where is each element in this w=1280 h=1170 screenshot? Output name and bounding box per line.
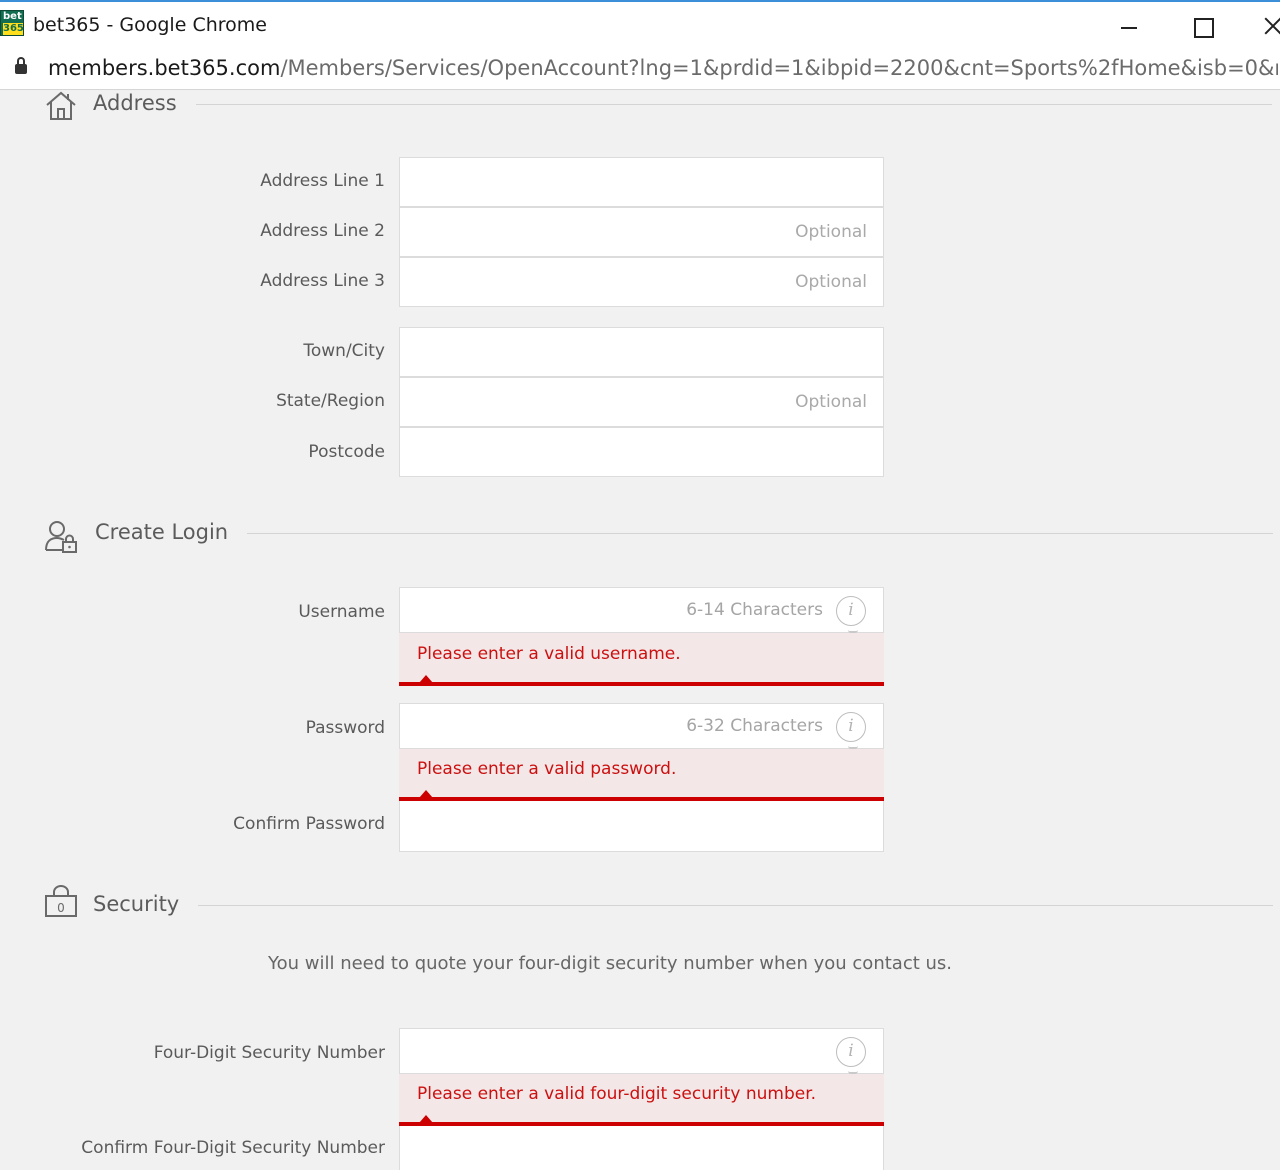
security-number-error-text: Please enter a valid four-digit security… <box>417 1084 817 1104</box>
username-hint: 6-14 Characters <box>686 600 823 620</box>
town-city-input[interactable] <box>400 328 883 376</box>
username-error: Please enter a valid username. <box>399 630 884 686</box>
url-host: members.bet365.com <box>48 56 281 80</box>
confirm-security-number-label: Confirm Four-Digit Security Number <box>81 1138 385 1158</box>
security-number-field[interactable]: i <box>399 1028 884 1074</box>
address-section-title: Address <box>93 91 177 115</box>
postcode-input[interactable] <box>400 428 883 476</box>
username-label: Username <box>298 602 385 622</box>
section-divider <box>198 905 1273 906</box>
error-pointer-icon <box>419 1115 433 1123</box>
create-login-section-title: Create Login <box>95 520 229 544</box>
confirm-password-input[interactable] <box>400 801 883 851</box>
lock-icon[interactable] <box>15 57 27 74</box>
confirm-password-field[interactable] <box>399 801 884 852</box>
maximize-icon[interactable] <box>1180 6 1224 44</box>
info-icon[interactable]: i <box>836 596 866 626</box>
address-line-2-field[interactable] <box>399 207 884 257</box>
password-label: Password <box>305 718 385 738</box>
user-lock-icon <box>45 521 77 553</box>
password-error-text: Please enter a valid password. <box>417 759 677 779</box>
password-hint: 6-32 Characters <box>686 716 823 736</box>
security-number-label: Four-Digit Security Number <box>153 1043 385 1063</box>
security-section-title: Security <box>93 892 180 916</box>
confirm-security-number-field[interactable] <box>399 1126 884 1170</box>
logo-text-bottom: 365 <box>3 23 24 35</box>
url-path: /Members/Services/OpenAccount?lng=1&prdi… <box>280 56 1278 80</box>
bet365-logo-icon: bet 365 <box>0 10 24 36</box>
minimize-icon[interactable] <box>1107 6 1151 44</box>
section-divider <box>196 104 1272 105</box>
password-error: Please enter a valid password. <box>399 746 884 801</box>
security-number-error: Please enter a valid four-digit security… <box>399 1071 884 1126</box>
confirm-password-label: Confirm Password <box>233 814 385 834</box>
error-pointer-icon <box>419 790 433 798</box>
username-field[interactable]: 6-14 Characters i <box>399 587 884 633</box>
window-titlebar: bet 365 bet365 - Google Chrome <box>0 0 1280 46</box>
confirm-security-number-input[interactable] <box>400 1126 883 1170</box>
info-tail-icon <box>848 1071 858 1074</box>
town-city-field[interactable] <box>399 327 884 377</box>
postcode-field[interactable] <box>399 427 884 477</box>
section-divider <box>247 533 1273 534</box>
username-error-text: Please enter a valid username. <box>417 644 681 664</box>
house-icon <box>46 91 76 120</box>
state-region-field[interactable] <box>399 377 884 427</box>
logo-text-top: bet <box>3 11 22 22</box>
address-line-2-input[interactable] <box>400 208 883 256</box>
info-icon[interactable]: i <box>836 1037 866 1067</box>
town-city-label: Town/City <box>303 341 385 361</box>
state-region-input[interactable] <box>400 378 883 426</box>
security-note: You will need to quote your four-digit s… <box>268 953 952 974</box>
address-line-2-label: Address Line 2 <box>260 221 385 241</box>
window-title: bet365 - Google Chrome <box>33 14 267 36</box>
padlock-icon: 0 <box>45 885 77 917</box>
info-icon[interactable]: i <box>836 712 866 742</box>
address-line-3-label: Address Line 3 <box>260 271 385 291</box>
open-account-page: Address Address Line 1 Address Line 2 Ad… <box>0 91 1280 1170</box>
address-line-1-input[interactable] <box>400 158 883 206</box>
info-tail-icon <box>848 746 858 749</box>
address-line-3-field[interactable] <box>399 257 884 307</box>
state-region-label: State/Region <box>276 391 385 411</box>
close-icon[interactable] <box>1252 6 1280 44</box>
password-field[interactable]: 6-32 Characters i <box>399 703 884 749</box>
address-line-1-label: Address Line 1 <box>260 171 385 191</box>
postcode-label: Postcode <box>308 442 385 462</box>
padlock-digit: 0 <box>57 901 65 915</box>
error-pointer-icon <box>419 675 433 683</box>
info-tail-icon <box>848 630 858 633</box>
url-text[interactable]: members.bet365.com/Members/Services/Open… <box>48 56 1278 80</box>
address-line-3-input[interactable] <box>400 258 883 306</box>
address-line-1-field[interactable] <box>399 157 884 207</box>
